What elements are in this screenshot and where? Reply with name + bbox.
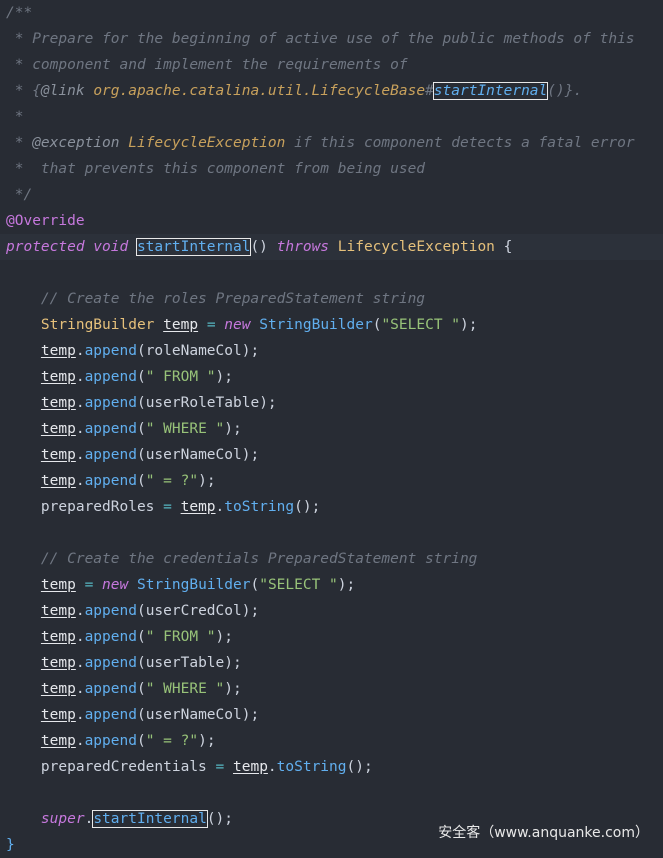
code-line[interactable]: * bbox=[0, 104, 663, 130]
code-line[interactable]: preparedCredentials = temp.toString(); bbox=[0, 754, 663, 780]
code-line[interactable]: temp.append(userTable); bbox=[0, 650, 663, 676]
code-line[interactable]: temp.append(" = ?"); bbox=[0, 728, 663, 754]
code-line[interactable]: preparedRoles = temp.toString(); bbox=[0, 494, 663, 520]
code-line[interactable]: temp = new StringBuilder("SELECT "); bbox=[0, 572, 663, 598]
code-editor[interactable]: /** * Prepare for the beginning of activ… bbox=[0, 0, 663, 853]
code-line[interactable]: */ bbox=[0, 182, 663, 208]
code-line[interactable]: temp.append(" FROM "); bbox=[0, 624, 663, 650]
code-line[interactable]: temp.append(userRoleTable); bbox=[0, 390, 663, 416]
code-line[interactable]: temp.append(" WHERE "); bbox=[0, 416, 663, 442]
code-line[interactable]: * that prevents this component from bein… bbox=[0, 156, 663, 182]
code-area[interactable]: /** * Prepare for the beginning of activ… bbox=[0, 0, 663, 858]
code-line[interactable]: temp.append(userNameCol); bbox=[0, 702, 663, 728]
code-line[interactable]: * Prepare for the beginning of active us… bbox=[0, 26, 663, 52]
code-line[interactable]: temp.append(" FROM "); bbox=[0, 364, 663, 390]
code-comment[interactable]: // Create the roles PreparedStatement st… bbox=[0, 286, 663, 312]
method-signature[interactable]: protected void startInternal() throws Li… bbox=[0, 234, 663, 260]
code-comment[interactable]: // Create the credentials PreparedStatem… bbox=[0, 546, 663, 572]
code-line[interactable]: StringBuilder temp = new StringBuilder("… bbox=[0, 312, 663, 338]
code-line[interactable]: * @exception LifecycleException if this … bbox=[0, 130, 663, 156]
code-line[interactable]: temp.append(" = ?"); bbox=[0, 468, 663, 494]
code-line[interactable]: * component and implement the requiremen… bbox=[0, 52, 663, 78]
code-line[interactable]: temp.append(" WHERE "); bbox=[0, 676, 663, 702]
blank-line[interactable] bbox=[0, 520, 663, 546]
annotation-line[interactable]: @Override bbox=[0, 208, 663, 234]
code-line[interactable]: * {@link org.apache.catalina.util.Lifecy… bbox=[0, 78, 663, 104]
watermark: 安全客（www.anquanke.com） bbox=[438, 825, 649, 841]
code-line[interactable]: temp.append(userCredCol); bbox=[0, 598, 663, 624]
code-line[interactable]: temp.append(userNameCol); bbox=[0, 442, 663, 468]
code-line[interactable]: temp.append(roleNameCol); bbox=[0, 338, 663, 364]
blank-line[interactable] bbox=[0, 260, 663, 286]
blank-line[interactable] bbox=[0, 780, 663, 806]
code-line[interactable]: /** bbox=[0, 0, 663, 26]
